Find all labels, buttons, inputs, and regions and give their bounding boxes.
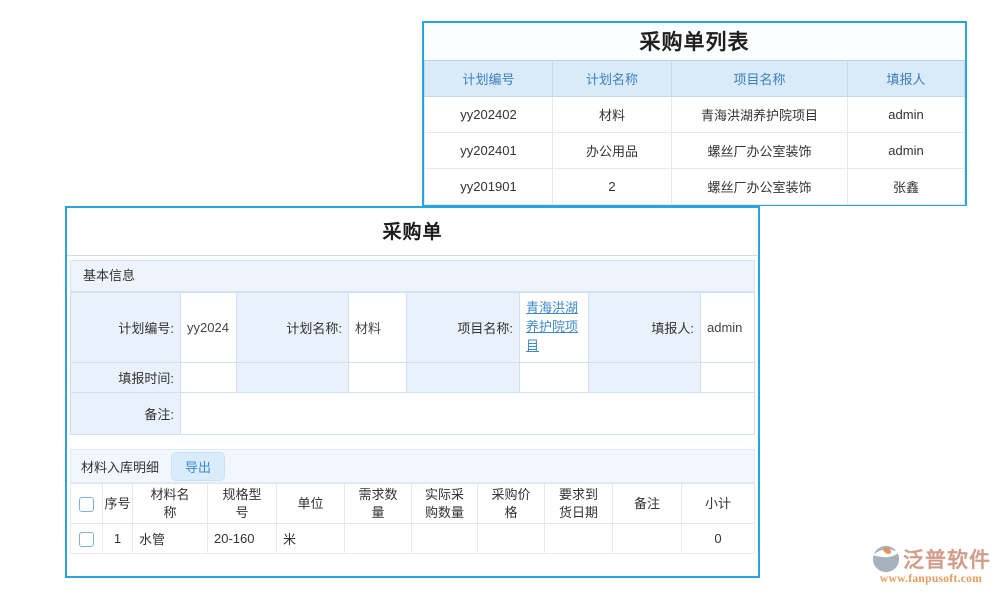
report-time-value [181, 363, 237, 393]
cell-plan-name: 材料 [553, 97, 672, 133]
material-detail-table: 序号 材料名称 规格型号 单位 需求数量 实际采购数量 采购价格 要求到货日期 … [70, 483, 755, 554]
cell-demand-qty [345, 524, 412, 554]
select-all-checkbox[interactable] [79, 497, 94, 512]
cell-unit: 米 [277, 524, 345, 554]
project-label: 项目名称: [407, 293, 520, 363]
empty-label-cell [407, 363, 520, 393]
cell-reporter: admin [848, 97, 965, 133]
row-checkbox[interactable] [79, 532, 94, 547]
basic-info-section-header: 基本信息 [70, 260, 755, 292]
column-header-subtotal: 小计 [682, 484, 755, 524]
plan-name-label: 计划名称: [237, 293, 349, 363]
form-row-report-time: 填报时间: [71, 363, 755, 393]
list-panel-title: 采购单列表 [424, 23, 965, 60]
cell-plan-name: 2 [553, 169, 672, 205]
detail-row[interactable]: 1 水管 20-160 米 0 [71, 524, 755, 554]
section-gap [70, 435, 755, 449]
cell-plan-name: 办公用品 [553, 133, 672, 169]
empty-value-cell [520, 363, 589, 393]
purchase-order-list-table: 计划编号 计划名称 项目名称 填报人 yy202402 材料 青海洪湖养护院项目… [424, 60, 965, 205]
plan-name-value: 材料 [349, 293, 407, 363]
cell-material: 水管 [133, 524, 208, 554]
cell-seq: 1 [103, 524, 133, 554]
list-row[interactable]: yy201901 2 螺丝厂办公室装饰 张鑫 [425, 169, 965, 205]
cell-project: 螺丝厂办公室装饰 [672, 169, 848, 205]
plan-no-label: 计划编号: [71, 293, 181, 363]
purchase-order-list-panel: 采购单列表 计划编号 计划名称 项目名称 填报人 yy202402 材料 青海洪… [422, 21, 967, 206]
column-header-price: 采购价格 [478, 484, 545, 524]
list-row[interactable]: yy202401 办公用品 螺丝厂办公室装饰 admin [425, 133, 965, 169]
fanpu-logo-icon [871, 544, 901, 574]
empty-label-cell [237, 363, 349, 393]
reporter-label: 填报人: [589, 293, 701, 363]
material-detail-section-title: 材料入库明细 [81, 457, 159, 476]
column-header-unit: 单位 [277, 484, 345, 524]
column-header-plan-no: 计划编号 [425, 61, 553, 97]
material-detail-section-header: 材料入库明细 导出 [70, 449, 755, 483]
cell-project: 螺丝厂办公室装饰 [672, 133, 848, 169]
list-header-row: 计划编号 计划名称 项目名称 填报人 [425, 61, 965, 97]
empty-value-cell [701, 363, 755, 393]
remark-value [181, 393, 755, 435]
row-select-cell [71, 524, 103, 554]
plan-no-value: yy2024 [181, 293, 237, 363]
form-row-remark: 备注: [71, 393, 755, 435]
cell-reporter: admin [848, 133, 965, 169]
column-header-spec: 规格型号 [208, 484, 277, 524]
cell-reporter: 张鑫 [848, 169, 965, 205]
list-row[interactable]: yy202402 材料 青海洪湖养护院项目 admin [425, 97, 965, 133]
column-header-plan-name: 计划名称 [553, 61, 672, 97]
cell-plan-no: yy201901 [425, 169, 553, 205]
fanpu-logo-row: 泛普软件 [864, 544, 998, 574]
column-header-remark: 备注 [613, 484, 682, 524]
form-panel-title: 采购单 [67, 208, 758, 256]
cell-spec: 20-160 [208, 524, 277, 554]
column-header-seq: 序号 [103, 484, 133, 524]
column-header-material: 材料名称 [133, 484, 208, 524]
project-link[interactable]: 青海洪湖养护院项目 [526, 299, 581, 356]
form-body: 基本信息 计划编号: yy2024 计划名称: 材料 项目名称: 青海洪湖养护院… [67, 256, 758, 554]
project-value-cell: 青海洪湖养护院项目 [520, 293, 589, 363]
fanpu-logo: 泛普软件 www.fanpusoft.com [864, 544, 998, 585]
cell-project: 青海洪湖养护院项目 [672, 97, 848, 133]
cell-arrival-date [545, 524, 613, 554]
detail-header-row: 序号 材料名称 规格型号 单位 需求数量 实际采购数量 采购价格 要求到货日期 … [71, 484, 755, 524]
column-header-actual-qty: 实际采购数量 [412, 484, 478, 524]
column-header-demand-qty: 需求数量 [345, 484, 412, 524]
fanpu-url-text: www.fanpusoft.com [864, 573, 998, 585]
purchase-order-form-panel: 采购单 基本信息 计划编号: yy2024 计划名称: 材料 项目名称: 青海洪… [65, 206, 760, 578]
basic-info-grid: 计划编号: yy2024 计划名称: 材料 项目名称: 青海洪湖养护院项目 填报… [70, 292, 755, 435]
cell-price [478, 524, 545, 554]
remark-label: 备注: [71, 393, 181, 435]
empty-value-cell [349, 363, 407, 393]
column-header-reporter: 填报人 [848, 61, 965, 97]
column-header-project: 项目名称 [672, 61, 848, 97]
fanpu-brand-text: 泛普软件 [903, 544, 991, 574]
cell-subtotal: 0 [682, 524, 755, 554]
report-time-label: 填报时间: [71, 363, 181, 393]
form-row-main: 计划编号: yy2024 计划名称: 材料 项目名称: 青海洪湖养护院项目 填报… [71, 293, 755, 363]
cell-plan-no: yy202402 [425, 97, 553, 133]
column-header-arrival-date: 要求到货日期 [545, 484, 613, 524]
export-button[interactable]: 导出 [171, 452, 225, 481]
cell-actual-qty [412, 524, 478, 554]
empty-label-cell [589, 363, 701, 393]
cell-plan-no: yy202401 [425, 133, 553, 169]
reporter-value: admin [701, 293, 755, 363]
cell-remark [613, 524, 682, 554]
select-all-cell [71, 484, 103, 524]
